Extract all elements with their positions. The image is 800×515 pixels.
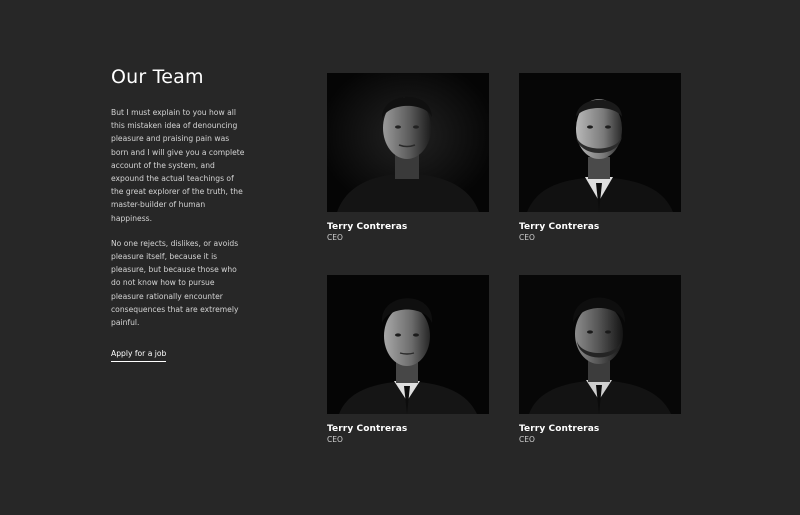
team-member-card[interactable]: Terry Contreras CEO	[327, 275, 489, 444]
intro-paragraph-1: But I must explain to you how all this m…	[111, 108, 245, 223]
section-title: Our Team	[111, 66, 204, 88]
team-member-role: CEO	[327, 435, 343, 444]
team-member-photo	[519, 275, 681, 414]
team-member-name: Terry Contreras	[519, 222, 600, 232]
team-member-photo	[327, 73, 489, 212]
intro-paragraph-2: No one rejects, dislikes, or avoids plea…	[111, 238, 239, 328]
team-member-card[interactable]: Terry Contreras CEO	[327, 73, 489, 242]
team-member-card[interactable]: Terry Contreras CEO	[519, 73, 681, 242]
team-member-name: Terry Contreras	[327, 222, 408, 232]
team-member-photo	[519, 73, 681, 212]
team-member-name: Terry Contreras	[519, 424, 600, 434]
team-member-role: CEO	[327, 233, 343, 242]
team-member-role: CEO	[519, 435, 535, 444]
team-intro: Our Team But I must explain to you how a…	[111, 64, 246, 363]
team-member-card[interactable]: Terry Contreras CEO	[519, 275, 681, 444]
team-page: Our Team But I must explain to you how a…	[0, 0, 800, 515]
team-member-name: Terry Contreras	[327, 424, 408, 434]
team-member-role: CEO	[519, 233, 535, 242]
team-member-photo	[327, 275, 489, 414]
apply-for-job-link[interactable]: Apply for a job	[111, 348, 167, 363]
